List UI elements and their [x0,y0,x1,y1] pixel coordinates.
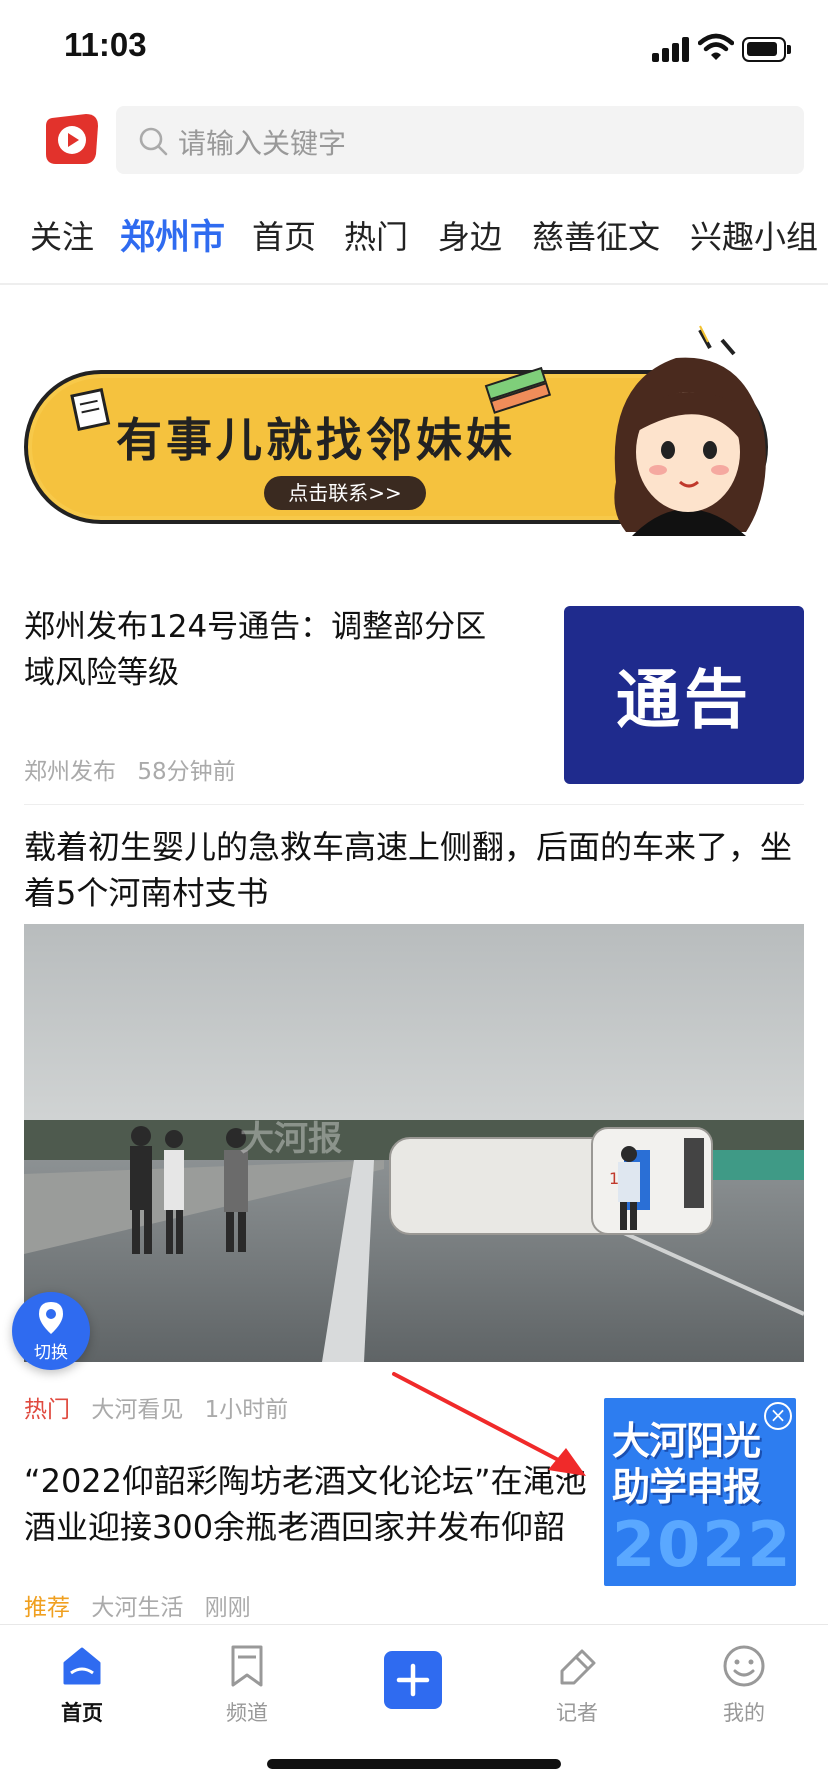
article-thumbnail-1[interactable]: 通告 [564,606,804,784]
article-time-2: 1小时前 [204,1397,289,1423]
home-icon [63,1647,101,1685]
app-screen: 11:03 请输入关键字 关注 郑州市 首页 热门 身边 慈善征文 兴趣小组 有… [0,0,828,1792]
article-separator [24,804,804,805]
nav-channels-label: 频道 [226,1701,268,1725]
status-bar: 11:03 [0,0,828,96]
banner-headline: 有事儿就找邻妹妹 [116,413,516,467]
article-title-2[interactable]: 载着初生婴儿的急救车高速上侧翻，后面的车来了，坐着5个河南村支书 [24,824,804,916]
nav-reporter-label: 记者 [556,1701,598,1725]
banner-art: 有事儿就找邻妹妹 点击联系>> [24,325,768,536]
banner-cta: 点击联系>> [288,481,402,505]
status-time: 11:03 [64,26,147,63]
photo-watermark: 大河报 [240,1119,342,1159]
search-input[interactable]: 请输入关键字 [116,106,804,174]
location-pin-icon [39,1302,63,1334]
tabs-divider [0,283,828,285]
nav-channels[interactable]: 频道 [187,1643,307,1727]
nav-mine[interactable]: 我的 [684,1643,804,1727]
article-meta-2: 热门 大河看见 1小时前 [24,1390,302,1424]
location-switch-button[interactable]: 切换 [12,1292,90,1370]
article-source-2: 大河看见 [91,1397,184,1423]
signal-icon [652,36,690,62]
tab-hot[interactable]: 热门 [344,212,408,258]
nav-home-label: 首页 [61,1701,103,1725]
float-ad-year: 2022 [612,1508,793,1581]
smiley-icon [723,1645,765,1687]
red-arrow-annotation [392,1372,586,1476]
article-tag-3: 推荐 [24,1595,70,1621]
float-ad-line-2: 助学申报 [612,1465,761,1509]
ambulance-accident-photo: 120 大河报 [24,924,804,1362]
nav-home[interactable]: 首页 [22,1643,142,1727]
article-time-3: 刚刚 [204,1595,251,1621]
pen-icon [560,1649,596,1685]
article-source-3: 大河生活 [91,1595,184,1621]
bookmark-icon [231,1645,263,1687]
tab-zhengzhou[interactable]: 郑州市 [120,209,225,260]
article-meta-1: 郑州发布 58分钟前 [24,752,250,786]
article-meta-3: 推荐 大河生活 刚刚 [24,1588,265,1622]
tab-home[interactable]: 首页 [252,212,316,258]
search-icon [139,127,168,156]
search-placeholder: 请输入关键字 [178,127,347,160]
plus-icon [396,1663,430,1697]
tab-interest-groups[interactable]: 兴趣小组 [690,212,818,258]
thumbnail-notice-text: 通告 [616,664,752,738]
tab-nearby[interactable]: 身边 [438,212,502,258]
article-time-1: 58分钟前 [137,759,236,785]
article-title-1[interactable]: 郑州发布124号通告：调整部分区域风险等级 [24,604,504,696]
home-indicator [267,1759,561,1769]
channel-tabs: 关注 郑州市 首页 热门 身边 慈善征文 兴趣小组 [0,206,828,266]
article-tag-2: 热门 [24,1397,70,1423]
publish-button[interactable] [384,1651,442,1709]
tab-charity-essay[interactable]: 慈善征文 [532,212,660,258]
wifi-icon [698,33,734,60]
app-logo-icon[interactable] [42,110,100,168]
close-icon[interactable]: × [764,1402,792,1430]
battery-icon [742,37,792,62]
nav-mine-label: 我的 [723,1701,765,1725]
article-photo-2[interactable]: 120 大河报 [24,924,804,1362]
promo-banner[interactable]: 有事儿就找邻妹妹 点击联系>> [24,322,804,552]
tab-follow[interactable]: 关注 [30,212,94,258]
location-switch-label: 切换 [34,1343,68,1363]
nav-reporter[interactable]: 记者 [517,1643,637,1727]
floating-ad[interactable]: 大河阳光 助学申报 2022 × [604,1398,796,1586]
article-source-1: 郑州发布 [24,759,116,785]
